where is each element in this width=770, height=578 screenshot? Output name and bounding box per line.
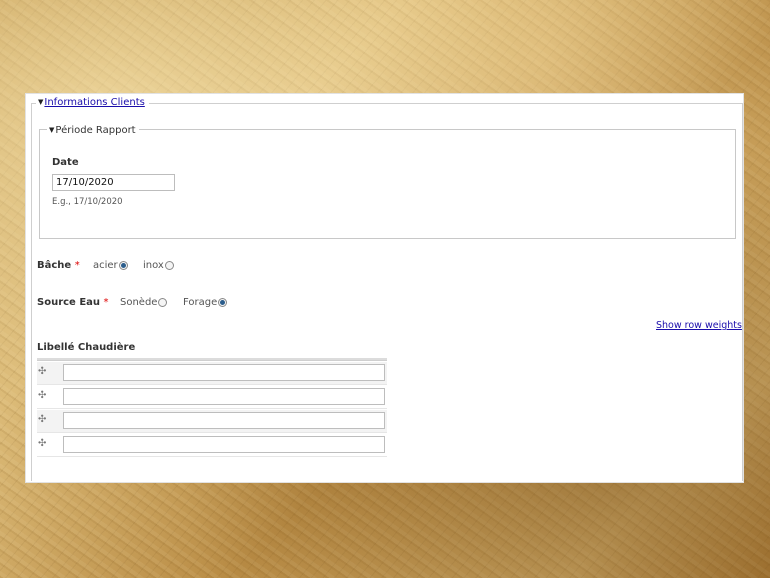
- radio-label: Forage: [183, 297, 218, 308]
- form-panel: ▼Informations Clients ▼Période Rapport D…: [25, 93, 744, 483]
- table-row: ✣: [37, 434, 387, 457]
- table-row: ✣: [37, 410, 387, 433]
- informations-clients-link[interactable]: Informations Clients: [44, 97, 144, 108]
- radio-label: inox: [143, 260, 164, 271]
- source-eau-label: Source Eau *: [37, 297, 109, 308]
- chaudiere-table: ✣ ✣ ✣ ✣: [37, 358, 387, 457]
- table-header: [37, 358, 387, 361]
- drag-handle-icon[interactable]: ✣: [38, 366, 50, 377]
- bache-label-text: Bâche: [37, 260, 72, 271]
- libelle-chaudiere-label: Libellé Chaudière: [37, 342, 136, 353]
- required-marker: *: [103, 297, 109, 308]
- radio-button-acier[interactable]: [118, 261, 128, 270]
- table-row: ✣: [37, 386, 387, 409]
- fieldset-legend-periode-rapport[interactable]: ▼Période Rapport: [47, 124, 139, 137]
- radio-label: Sonède: [120, 297, 158, 308]
- date-input[interactable]: [52, 174, 175, 191]
- collapse-triangle-icon[interactable]: ▼: [49, 124, 54, 136]
- show-row-weights-link[interactable]: Show row weights: [656, 320, 742, 331]
- radio-option-sonede[interactable]: Sonède: [120, 297, 168, 308]
- fieldset-legend-informations-clients[interactable]: ▼Informations Clients: [36, 96, 149, 109]
- drag-handle-icon[interactable]: ✣: [38, 414, 50, 425]
- chaudiere-input-3[interactable]: [63, 412, 385, 429]
- radio-option-forage[interactable]: Forage: [183, 297, 228, 308]
- bache-label: Bâche *: [37, 260, 80, 271]
- radio-option-inox[interactable]: inox: [143, 260, 174, 271]
- chaudiere-input-4[interactable]: [63, 436, 385, 453]
- table-row: ✣: [37, 362, 387, 385]
- drag-handle-icon[interactable]: ✣: [38, 438, 50, 449]
- date-hint: E.g., 17/10/2020: [52, 197, 123, 207]
- radio-button-sonede[interactable]: [158, 298, 168, 307]
- collapse-triangle-icon[interactable]: ▼: [38, 96, 43, 108]
- required-marker: *: [74, 260, 80, 271]
- radio-button-inox[interactable]: [164, 261, 174, 270]
- source-eau-label-text: Source Eau: [37, 297, 101, 308]
- chaudiere-input-2[interactable]: [63, 388, 385, 405]
- radio-label: acier: [93, 260, 118, 271]
- radio-button-forage[interactable]: [218, 298, 228, 307]
- periode-rapport-legend-text: Période Rapport: [55, 125, 136, 136]
- drag-handle-icon[interactable]: ✣: [38, 390, 50, 401]
- radio-option-acier[interactable]: acier: [93, 260, 128, 271]
- date-label: Date: [52, 157, 79, 168]
- chaudiere-input-1[interactable]: [63, 364, 385, 381]
